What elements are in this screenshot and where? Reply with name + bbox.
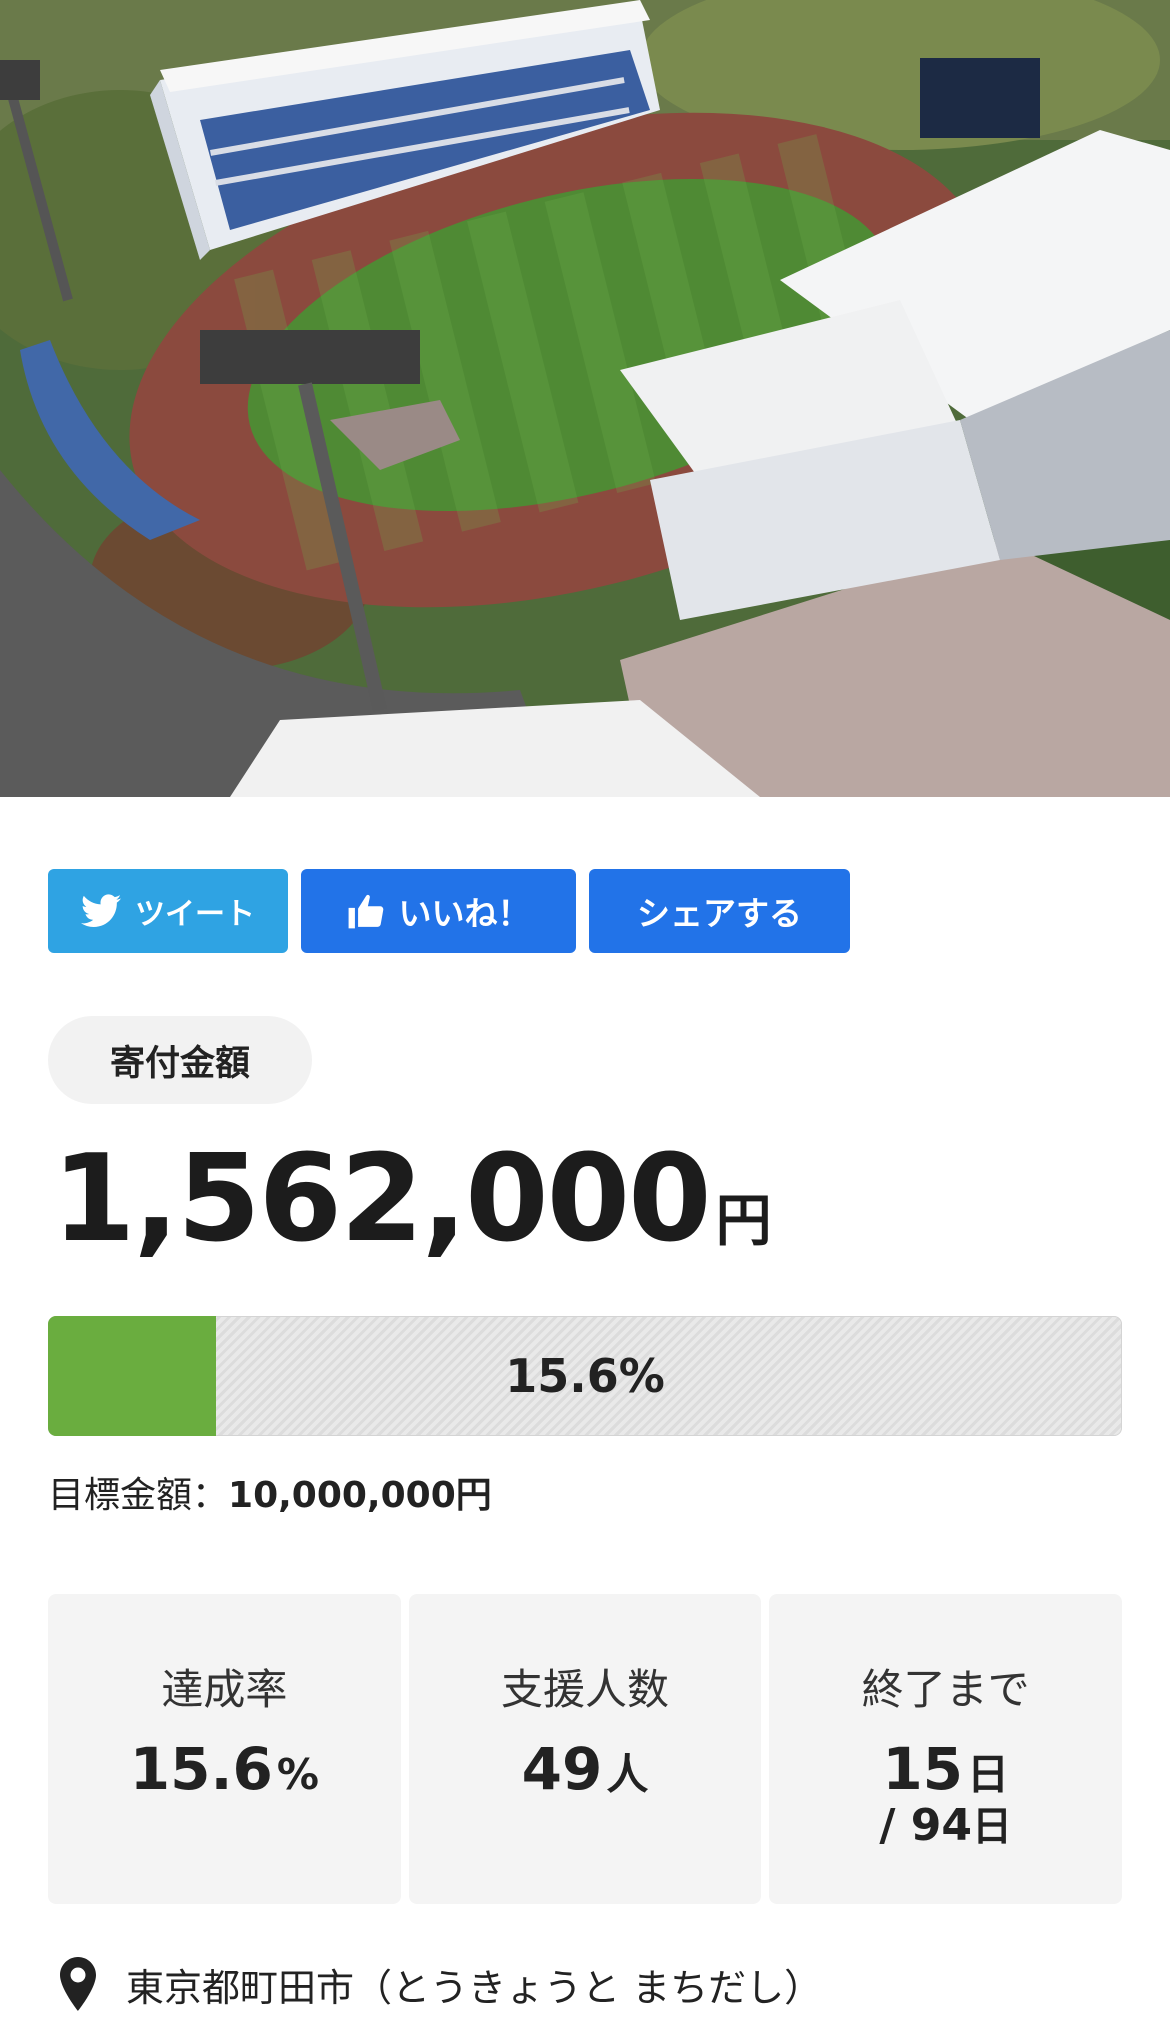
stat-remaining-number: 15 <box>882 1735 964 1803</box>
stat-rate-number: 15.6 <box>129 1735 273 1803</box>
donation-amount: 1,562,000 円 <box>52 1130 772 1269</box>
stat-supporters: 支援人数 49人 <box>408 1594 762 1904</box>
like-button[interactable]: いいね！ <box>301 869 576 953</box>
stats-panel: 達成率 15.6% 支援人数 49人 終了まで 15日 / 94日 <box>48 1594 1123 1904</box>
stadium-photo <box>0 0 1170 797</box>
share-buttons: ツイート いいね！ シェアする <box>48 869 850 953</box>
share-label: シェアする <box>637 894 802 933</box>
stat-remaining-unit: 日 <box>967 1750 1010 1799</box>
donation-amount-currency: 円 <box>715 1189 772 1254</box>
stat-supporters-label: 支援人数 <box>501 1665 670 1714</box>
tweet-label: ツイート <box>135 897 255 932</box>
goal-value: 10,000,000円 <box>228 1475 492 1516</box>
like-label: いいね！ <box>398 894 531 933</box>
stat-achievement-rate: 達成率 15.6% <box>48 1594 401 1904</box>
stat-total-days: / 94日 <box>879 1800 1012 1853</box>
stat-supporters-value: 49人 <box>522 1739 649 1800</box>
hero-image <box>0 0 1170 797</box>
progress-bar: 15.6% <box>48 1316 1122 1436</box>
stat-remaining-days: 終了まで 15日 / 94日 <box>769 1594 1123 1904</box>
stat-rate-unit: % <box>276 1750 319 1799</box>
stat-rate-label: 達成率 <box>161 1665 288 1714</box>
location: 東京都町田市（とうきょうと まちだし） <box>60 1956 822 2012</box>
share-button[interactable]: シェアする <box>589 869 850 953</box>
stat-remaining-value: 15日 <box>882 1739 1009 1800</box>
donation-amount-value: 1,562,000 <box>52 1130 712 1269</box>
goal-amount: 目標金額：10,000,000円 <box>48 1466 492 1518</box>
stat-supporters-unit: 人 <box>606 1750 649 1799</box>
location-text: 東京都町田市（とうきょうと まちだし） <box>126 1965 823 2010</box>
stat-supporters-number: 49 <box>521 1735 603 1803</box>
stat-total-days-unit: 日 <box>971 1803 1012 1850</box>
stat-total-days-number: / 94 <box>879 1799 972 1851</box>
stat-rate-value: 15.6% <box>130 1739 319 1800</box>
tweet-button[interactable]: ツイート <box>48 869 288 953</box>
progress-percent: 15.6% <box>505 1349 665 1403</box>
map-pin-icon <box>60 1956 96 2012</box>
stat-remaining-label: 終了まで <box>861 1665 1030 1714</box>
goal-label: 目標金額： <box>48 1475 229 1516</box>
donation-amount-badge: 寄付金額 <box>48 1016 312 1104</box>
twitter-bird-icon <box>81 894 121 928</box>
thumbs-up-icon <box>347 893 385 929</box>
